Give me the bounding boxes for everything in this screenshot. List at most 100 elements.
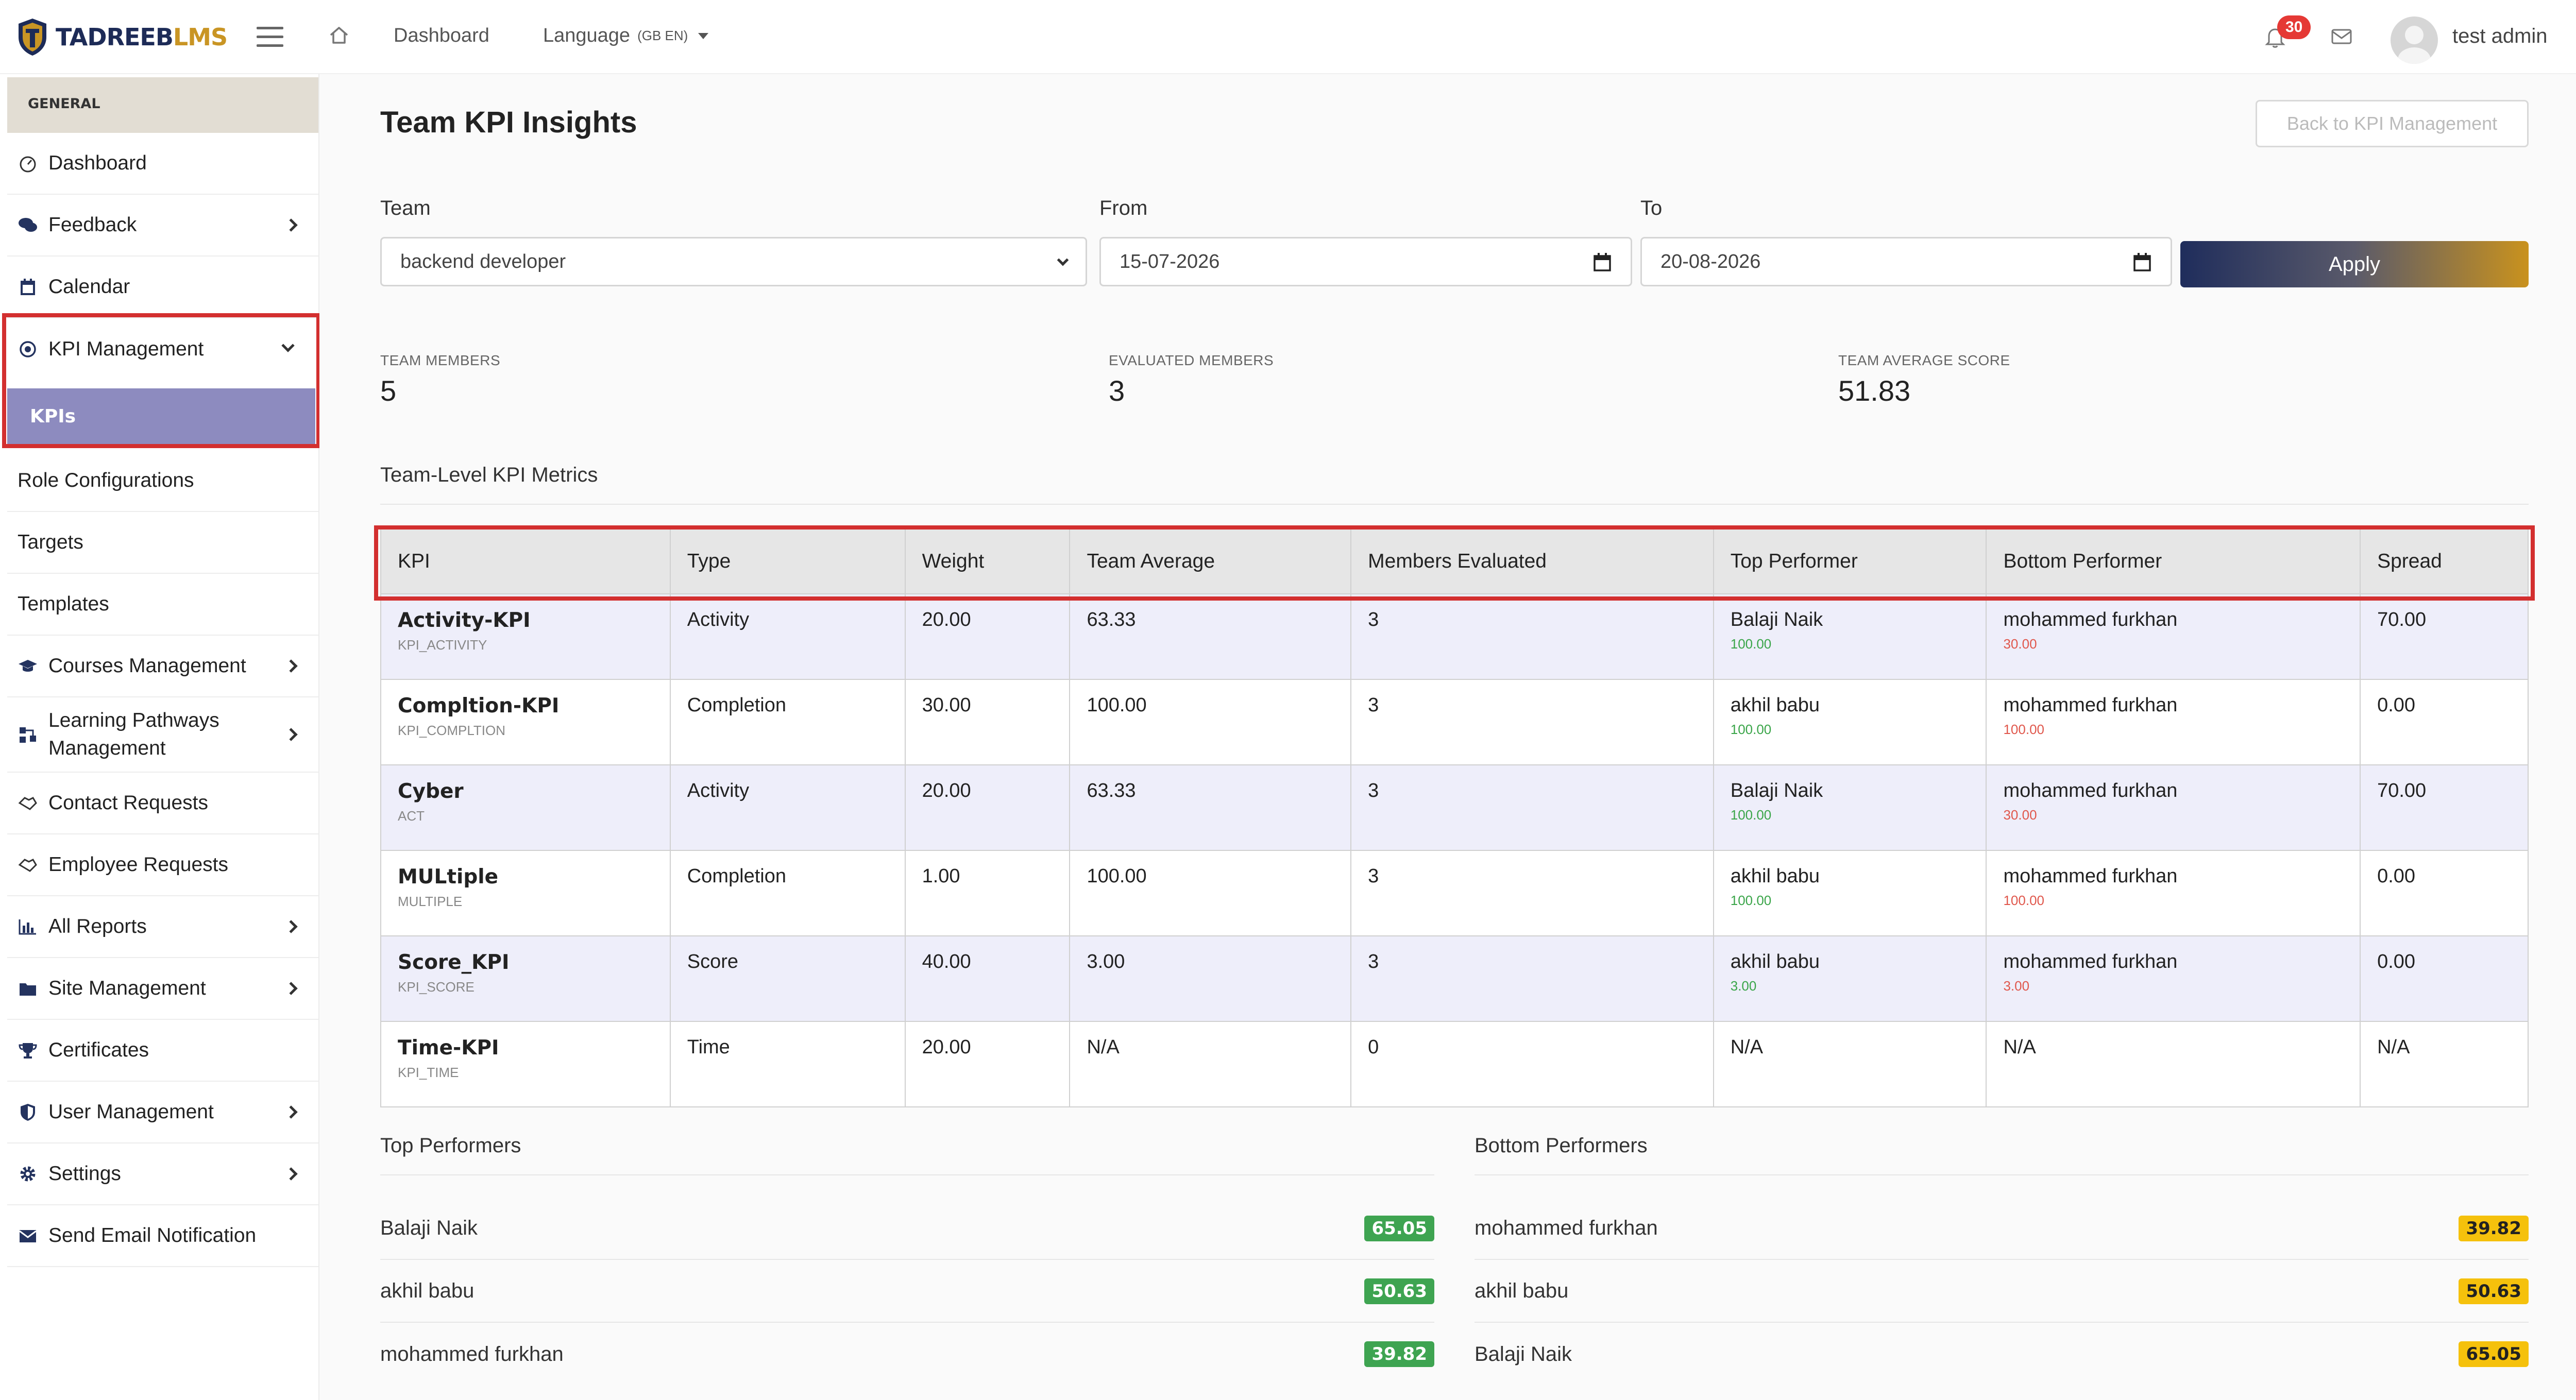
sidebar-item-label: Calendar [48,276,130,298]
evaluated-members-label: EVALUATED MEMBERS [1109,352,1274,368]
performer-name: akhil babu [1730,951,1820,972]
from-date-value: 15-07-2026 [1120,250,1220,272]
sidebar-item-courses-management[interactable]: Courses Management [7,636,318,697]
kpi-code: KPI_SCORE [398,979,474,995]
sidebar-item-label: Certificates [48,1039,149,1061]
sidebar-item-employee-requests[interactable]: Employee Requests [7,834,318,896]
column-header-spread[interactable]: Spread [2360,528,2529,594]
performer-score: 3.00 [1730,978,1757,994]
hamburger-icon[interactable] [257,27,283,47]
weight-cell: 20.00 [904,764,1071,851]
apply-button[interactable]: Apply [2180,241,2529,287]
sidebar-item-label: Learning Pathways Management [48,709,219,759]
folder-icon [20,983,36,996]
divider [1475,1174,2529,1175]
gear-icon [20,1166,36,1182]
sidebar-item-label: Targets [18,531,83,553]
to-date-input[interactable]: 20-08-2026 [1640,237,2172,286]
performer-score: 100.00 [1730,893,1772,908]
performer-name: Balaji Naik [1730,609,1823,630]
average-cell: 63.33 [1069,593,1352,680]
kpi-cell: Compltion-KPI KPI_COMPLTION [380,679,671,765]
weight-cell: 20.00 [904,1021,1071,1107]
notification-badge: 30 [2277,15,2311,39]
average-cell: 100.00 [1069,679,1352,765]
sidebar-item-label: Contact Requests [48,792,209,814]
home-icon[interactable] [328,24,350,46]
performer-name: akhil babu [1730,865,1820,887]
bottom-performer-cell: mohammed furkhan 100.00 [1986,679,2361,765]
table-header-row: KPI Type Weight Team Average Members Eva… [380,528,2529,594]
language-dropdown[interactable]: Language (GB EN) [543,25,709,47]
sidebar-item-user-management[interactable]: User Management [7,1082,318,1143]
sidebar-item-calendar[interactable]: Calendar [7,257,318,318]
table-row: Cyber ACT Activity 20.00 63.33 3 Balaji N… [380,764,2529,851]
spread-cell: N/A [2360,1021,2529,1107]
performer-score: 3.00 [2003,978,2030,994]
back-to-kpi-management-button[interactable]: Back to KPI Management [2256,100,2529,147]
table-row: Compltion-KPI KPI_COMPLTION Completion 30… [380,679,2529,765]
sidebar-item-templates[interactable]: Templates [7,574,318,636]
sidebar-item-role-configurations[interactable]: Role Configurations [7,450,318,512]
shield-logo-icon [19,19,46,56]
sidebar-item-site-management[interactable]: Site Management [7,958,318,1020]
evaluated-cell: 0 [1350,1021,1714,1107]
table-row: Score_KPI KPI_SCORE Score 40.00 3.00 3 ak… [380,935,2529,1022]
performer-name: akhil babu [1730,694,1820,716]
nav-dashboard-link[interactable]: Dashboard [394,25,489,47]
bottom-performer-cell: mohammed furkhan 30.00 [1986,593,2361,680]
mail-icon[interactable] [2331,28,2352,45]
top-performer-cell: akhil babu 3.00 [1713,935,1987,1022]
brand-logo[interactable]: TADREEBLMS [16,19,228,56]
top-performer-cell: N/A [1713,1021,1987,1107]
top-navbar: TADREEBLMS Dashboard Language (GB EN) 30… [0,0,2576,74]
column-header-type[interactable]: Type [669,528,906,594]
sidebar-section-general: GENERAL [7,77,318,133]
kpi-management-highlight [2,313,320,448]
from-date-input[interactable]: 15-07-2026 [1099,237,1632,286]
sidebar-item-all-reports[interactable]: All Reports [7,896,318,958]
calendar-icon[interactable] [1592,252,1612,272]
sitemap-icon [20,727,36,743]
column-header-members-evaluated[interactable]: Members Evaluated [1350,528,1714,594]
sidebar-item-targets[interactable]: Targets [7,512,318,574]
kpi-name: Time-KPI [398,1036,499,1060]
chevron-right-icon [284,659,298,673]
sidebar-item-feedback[interactable]: Feedback [7,195,318,257]
performer-name: Balaji Naik [380,1216,478,1239]
score-badge: 50.63 [1364,1278,1434,1304]
main-content: Team KPI Insights Back to KPI Management… [319,74,2576,1400]
type-cell: Activity [669,593,906,680]
column-header-team-average[interactable]: Team Average [1069,528,1352,594]
sidebar-item-settings[interactable]: Settings [7,1143,318,1205]
user-name[interactable]: test admin [2452,25,2548,48]
column-header-top-performer[interactable]: Top Performer [1713,528,1987,594]
language-label: Language [543,25,631,46]
sidebar-item-label: All Reports [48,915,147,937]
performer-name: akhil babu [1475,1279,1569,1302]
user-avatar[interactable] [2391,16,2438,64]
calendar-icon[interactable] [2132,252,2152,272]
to-label: To [1640,197,1663,219]
sidebar-item-certificates[interactable]: Certificates [7,1020,318,1082]
team-select-value: backend developer [400,250,566,272]
column-header-bottom-performer[interactable]: Bottom Performer [1986,528,2361,594]
spread-cell: 70.00 [2360,593,2529,680]
sidebar-item-send-email-notification[interactable]: Send Email Notification [7,1205,318,1267]
sidebar-item-learning-pathways[interactable]: Learning Pathways Management [7,697,318,773]
spread-cell: 0.00 [2360,850,2529,936]
score-badge: 50.63 [2459,1278,2529,1304]
handshake-icon [18,859,37,872]
team-select[interactable]: backend developer [380,237,1087,286]
sidebar-item-contact-requests[interactable]: Contact Requests [7,773,318,834]
type-cell: Completion [669,850,906,936]
graduation-cap-icon [19,660,37,672]
kpi-name: Cyber [398,780,464,803]
performer-name: mohammed furkhan [380,1342,564,1365]
sidebar-item-dashboard[interactable]: Dashboard [7,133,318,195]
column-header-kpi[interactable]: KPI [380,528,671,594]
kpi-cell: Score_KPI KPI_SCORE [380,935,671,1022]
performer-score: 30.00 [2003,807,2037,823]
column-header-weight[interactable]: Weight [904,528,1071,594]
weight-cell: 1.00 [904,850,1071,936]
